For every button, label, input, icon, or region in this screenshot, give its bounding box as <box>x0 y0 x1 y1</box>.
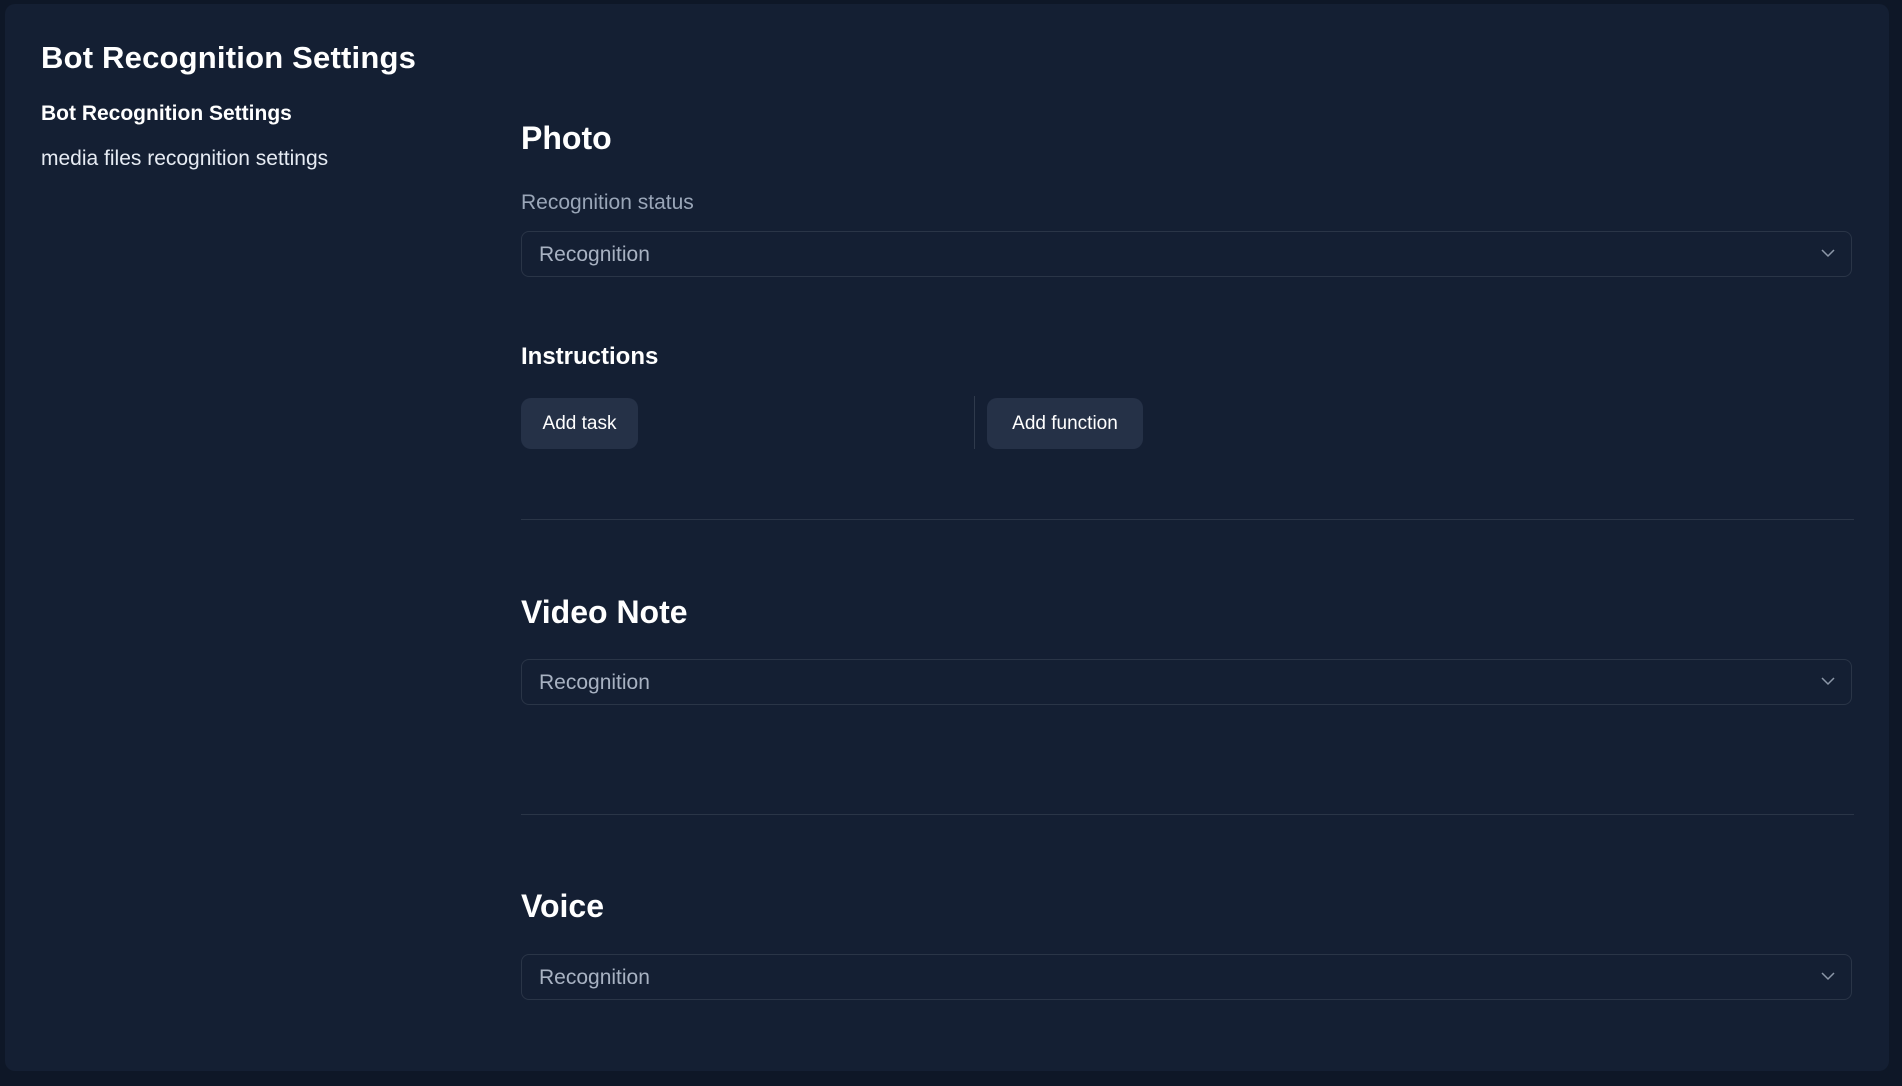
photo-section-title: Photo <box>521 120 612 156</box>
add-function-button[interactable]: Add function <box>987 398 1143 449</box>
voice-section-title: Voice <box>521 888 604 924</box>
settings-panel: Bot Recognition Settings Bot Recognition… <box>5 4 1889 1071</box>
chevron-down-icon <box>1821 972 1835 981</box>
chevron-down-icon <box>1821 249 1835 258</box>
instructions-title: Instructions <box>521 343 659 370</box>
chevron-down-icon <box>1821 677 1835 686</box>
video-note-recognition-select[interactable]: Recognition <box>521 659 1852 705</box>
settings-nav: Bot Recognition Settings media files rec… <box>41 100 328 190</box>
video-note-recognition-select-value: Recognition <box>539 671 650 694</box>
photo-recognition-select-value: Recognition <box>539 243 650 266</box>
voice-recognition-select-value: Recognition <box>539 966 650 989</box>
nav-item-bot-recognition-settings[interactable]: Bot Recognition Settings <box>41 100 328 128</box>
instructions-divider <box>974 396 975 449</box>
page-title: Bot Recognition Settings <box>41 40 417 75</box>
video-note-section-title: Video Note <box>521 594 688 630</box>
section-divider <box>521 814 1854 815</box>
section-divider <box>521 519 1854 520</box>
nav-item-media-files-recognition[interactable]: media files recognition settings <box>41 145 328 173</box>
photo-recognition-status-label: Recognition status <box>521 191 694 214</box>
add-task-button[interactable]: Add task <box>521 398 638 449</box>
voice-recognition-select[interactable]: Recognition <box>521 954 1852 1000</box>
photo-recognition-select[interactable]: Recognition <box>521 231 1852 277</box>
